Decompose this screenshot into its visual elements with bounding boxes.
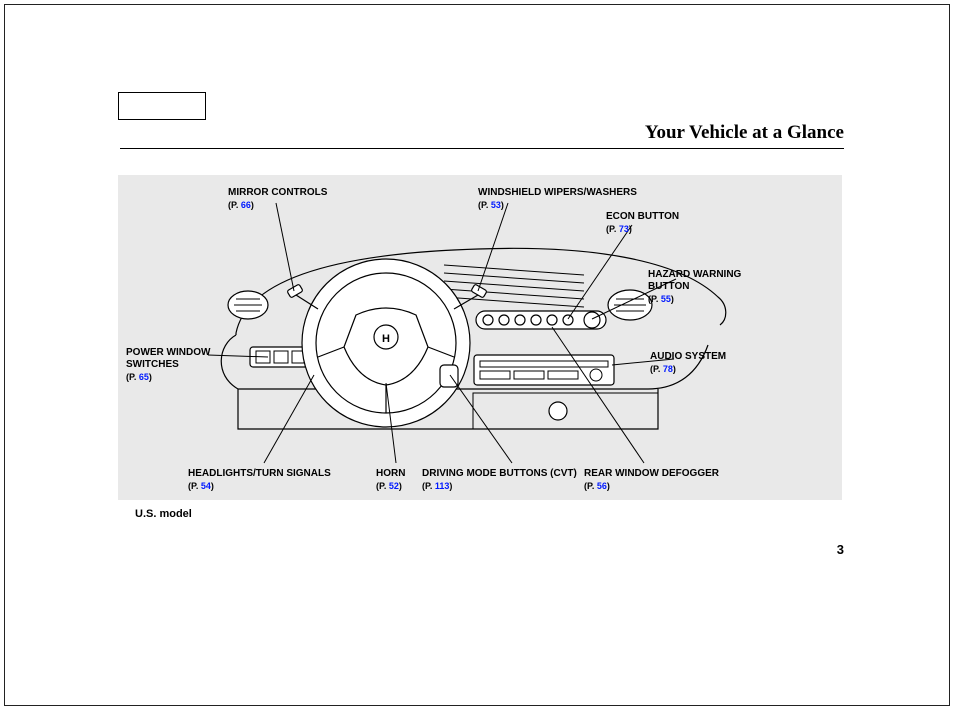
label: WINDSHIELD WIPERS/WASHERS	[478, 187, 637, 198]
label: DRIVING MODE BUTTONS (CVT)	[422, 468, 577, 479]
page-title: Your Vehicle at a Glance	[645, 122, 844, 144]
page-link[interactable]: 53	[491, 200, 501, 210]
label: MIRROR CONTROLS	[228, 187, 327, 198]
callout-hazard: HAZARD WARNING BUTTON (P. 55)	[648, 257, 788, 317]
callout-mirror-controls: MIRROR CONTROLS (P. 66)	[228, 187, 368, 211]
dashboard-figure: .ln{fill:none;stroke:#000;stroke-width:1…	[118, 175, 842, 500]
steering-wheel: H	[287, 259, 487, 427]
label: AUDIO SYSTEM	[650, 351, 726, 362]
label: HEADLIGHTS/TURN SIGNALS	[188, 468, 331, 479]
page-link[interactable]: 55	[661, 294, 671, 304]
page-number: 3	[837, 542, 844, 557]
figure-caption: U.S. model	[135, 508, 192, 520]
page-link[interactable]: 113	[435, 481, 450, 491]
callout-wipers: WINDSHIELD WIPERS/WASHERS (P. 53)	[478, 187, 678, 211]
page-link[interactable]: 54	[201, 481, 211, 491]
page-link[interactable]: 65	[139, 372, 149, 382]
page-link[interactable]: 52	[389, 481, 399, 491]
label: ECON BUTTON	[606, 211, 679, 222]
page-link[interactable]: 73	[619, 224, 629, 234]
manual-page: Your Vehicle at a Glance .ln{fill:none;s…	[0, 0, 954, 710]
label: REAR WINDOW DEFOGGER	[584, 468, 719, 479]
page-link[interactable]: 78	[663, 364, 673, 374]
callout-headlights: HEADLIGHTS/TURN SIGNALS (P. 54)	[188, 468, 388, 492]
page-link[interactable]: 66	[241, 200, 251, 210]
callout-audio: AUDIO SYSTEM (P. 78)	[650, 351, 770, 375]
header-box	[118, 92, 206, 120]
label: HAZARD WARNING BUTTON	[648, 269, 741, 292]
callout-defogger: REAR WINDOW DEFOGGER (P. 56)	[584, 468, 764, 492]
title-rule	[120, 148, 844, 149]
callout-power-window: POWER WINDOW SWITCHES (P. 65)	[126, 335, 236, 395]
svg-text:H: H	[382, 333, 390, 345]
callout-driving-mode: DRIVING MODE BUTTONS (CVT) (P. 113)	[422, 468, 602, 492]
label: POWER WINDOW SWITCHES	[126, 347, 210, 370]
callout-econ: ECON BUTTON (P. 73)	[606, 211, 726, 235]
